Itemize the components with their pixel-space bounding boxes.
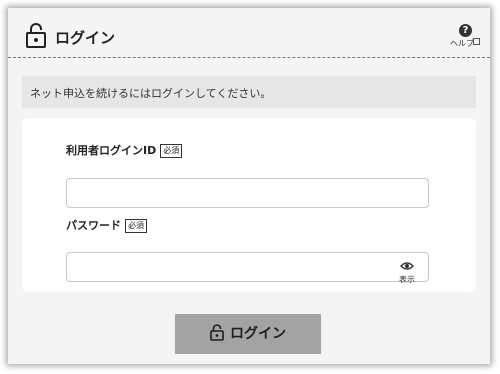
page-title: ログイン (55, 29, 116, 47)
help-label: ヘルプ (450, 39, 474, 48)
login-button-label: ログイン (230, 326, 286, 342)
required-badge: 必須 (160, 144, 183, 158)
question-icon: ? (459, 24, 472, 37)
lock-icon (210, 324, 224, 341)
login-form-card: 利用者ログインID 必須 パスワード 必須 表示 (22, 118, 476, 292)
external-link-icon (473, 38, 480, 45)
login-id-input[interactable] (66, 178, 429, 208)
help-link[interactable]: ? ヘルプ (450, 24, 480, 48)
password-label: パスワード 必須 (66, 217, 147, 233)
login-notice: ネット申込を続けるにはログインしてください。 (22, 76, 476, 108)
dialog-header: ログイン ? ヘルプ (8, 8, 490, 58)
required-badge: 必須 (125, 219, 147, 233)
show-password-toggle[interactable]: 表示 (392, 256, 422, 284)
login-id-label-text: 利用者ログインID (66, 144, 157, 157)
login-button[interactable]: ログイン (175, 314, 321, 354)
show-password-label: 表示 (399, 275, 415, 284)
login-id-label: 利用者ログインID 必須 (66, 142, 183, 158)
lock-icon (26, 23, 46, 48)
password-input[interactable] (66, 252, 429, 282)
login-dialog: ログイン ? ヘルプ ネット申込を続けるにはログインしてください。 利用者ログイ… (8, 8, 490, 364)
eye-icon (400, 262, 414, 270)
password-label-text: パスワード (66, 219, 121, 232)
